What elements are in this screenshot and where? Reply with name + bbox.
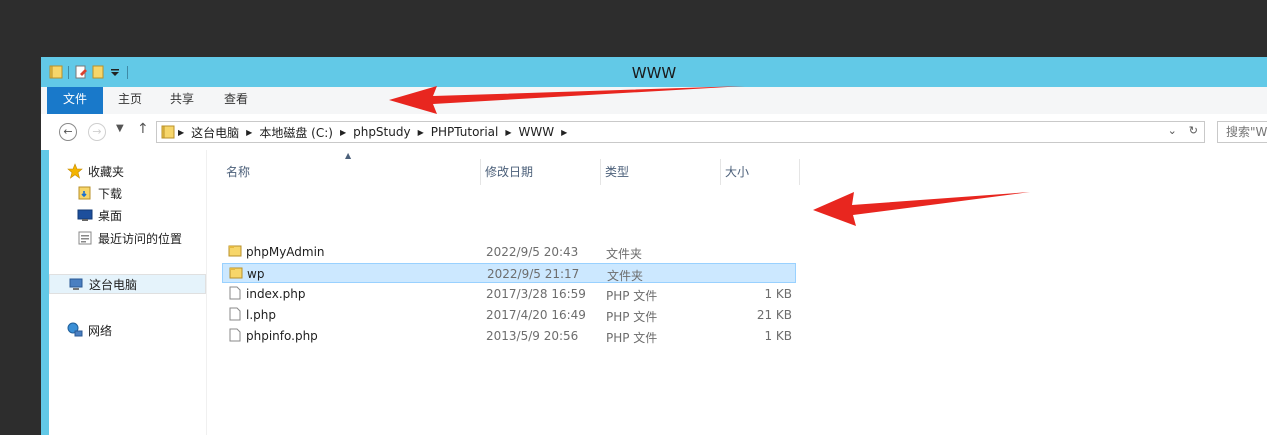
refresh-icon[interactable]: ↻: [1189, 124, 1198, 137]
file-date: 2022/9/5 20:43: [486, 245, 579, 259]
file-name: l.php: [246, 308, 276, 322]
navigation-pane: 收藏夹 下载 桌面 最近访问的位置 这台电脑 网络: [49, 150, 207, 435]
recent-places-icon: [77, 230, 93, 246]
search-box[interactable]: [1217, 121, 1267, 143]
file-name: phpinfo.php: [246, 329, 318, 343]
sidebar-item-downloads[interactable]: 下载: [77, 183, 122, 203]
file-date: 2017/4/20 16:49: [486, 308, 586, 322]
file-date: 2017/3/28 16:59: [486, 287, 586, 301]
network-icon: [67, 322, 83, 338]
breadcrumb-this-pc[interactable]: 这台电脑: [187, 124, 243, 141]
sidebar-item-label: 网络: [88, 323, 113, 338]
file-type: 文件夹: [607, 269, 644, 283]
content-area: 收藏夹 下载 桌面 最近访问的位置 这台电脑 网络 ▲ 名称 修改日期 类型 大…: [49, 150, 1267, 435]
computer-icon: [68, 276, 84, 292]
up-button[interactable]: ↑: [137, 121, 149, 137]
search-input[interactable]: [1218, 122, 1267, 142]
column-header-name[interactable]: 名称: [222, 159, 480, 185]
file-row-selected[interactable]: wp 2022/9/5 21:17 文件夹: [222, 263, 796, 283]
breadcrumb-separator[interactable]: ▶: [558, 128, 570, 137]
file-row[interactable]: l.php 2017/4/20 16:49 PHP 文件 21 KB: [222, 305, 796, 325]
file-size: 1 KB: [764, 287, 792, 301]
sidebar-item-desktop[interactable]: 桌面: [77, 205, 122, 225]
file-size: 1 KB: [764, 329, 792, 343]
breadcrumb-separator[interactable]: ▶: [415, 128, 427, 137]
column-header-type[interactable]: 类型: [600, 159, 720, 185]
file-name: index.php: [246, 287, 306, 301]
download-folder-icon: [77, 185, 93, 201]
sidebar-item-network[interactable]: 网络: [67, 320, 112, 340]
tab-view[interactable]: 查看: [215, 87, 257, 114]
file-size: 21 KB: [756, 308, 792, 322]
sidebar-item-label: 收藏夹: [88, 164, 125, 179]
address-bar[interactable]: ▶ 这台电脑 ▶ 本地磁盘 (C:) ▶ phpStudy ▶ PHPTutor…: [156, 121, 1205, 143]
breadcrumb-phptutorial[interactable]: PHPTutorial: [427, 125, 503, 139]
file-icon: [228, 307, 242, 321]
sidebar-item-label: 这台电脑: [89, 277, 138, 292]
sidebar-item-this-pc[interactable]: 这台电脑: [49, 274, 206, 294]
breadcrumb-www[interactable]: WWW: [515, 125, 559, 139]
file-type: PHP 文件: [606, 310, 658, 324]
sidebar-item-recent-places[interactable]: 最近访问的位置: [77, 228, 182, 248]
column-header-size[interactable]: 大小: [720, 159, 800, 185]
file-name: wp: [247, 267, 265, 281]
column-header-date[interactable]: 修改日期: [480, 159, 600, 185]
folder-icon: [228, 244, 242, 258]
file-row[interactable]: phpinfo.php 2013/5/9 20:56 PHP 文件 1 KB: [222, 326, 796, 346]
sidebar-item-label: 下载: [98, 186, 123, 201]
tab-share[interactable]: 共享: [161, 87, 203, 114]
star-icon: [67, 163, 83, 179]
folder-icon: [161, 125, 175, 139]
breadcrumb-phpstudy[interactable]: phpStudy: [349, 125, 415, 139]
breadcrumb-separator[interactable]: ▶: [337, 128, 349, 137]
file-row[interactable]: phpMyAdmin 2022/9/5 20:43 文件夹: [222, 242, 796, 262]
address-controls: ⌄ ↻: [1168, 124, 1198, 137]
file-type: PHP 文件: [606, 331, 658, 345]
breadcrumb-separator[interactable]: ▶: [502, 128, 514, 137]
file-type: 文件夹: [606, 247, 643, 261]
file-date: 2022/9/5 21:17: [487, 267, 580, 281]
breadcrumb-separator[interactable]: ▶: [243, 128, 255, 137]
file-row[interactable]: index.php 2017/3/28 16:59 PHP 文件 1 KB: [222, 284, 796, 304]
sidebar-item-label: 最近访问的位置: [98, 231, 183, 246]
recent-locations-dropdown[interactable]: ▼: [116, 123, 124, 134]
breadcrumb-separator[interactable]: ▶: [175, 128, 187, 137]
file-icon: [228, 286, 242, 300]
tab-home[interactable]: 主页: [109, 87, 151, 114]
annotation-arrow-icon: [813, 192, 1030, 226]
annotation-arrow-icon: [389, 86, 745, 114]
sidebar-item-label: 桌面: [98, 208, 123, 223]
sidebar-item-favorites[interactable]: 收藏夹: [67, 161, 124, 181]
breadcrumb: ▶ 这台电脑 ▶ 本地磁盘 (C:) ▶ phpStudy ▶ PHPTutor…: [157, 122, 570, 142]
file-date: 2013/5/9 20:56: [486, 329, 579, 343]
file-name: phpMyAdmin: [246, 245, 325, 259]
folder-icon: [229, 266, 243, 280]
desktop-icon: [77, 207, 93, 223]
forward-button[interactable]: →: [88, 123, 106, 141]
tab-file[interactable]: 文件: [47, 87, 103, 114]
file-icon: [228, 328, 242, 342]
back-button[interactable]: ←: [59, 123, 77, 141]
breadcrumb-local-disk[interactable]: 本地磁盘 (C:): [255, 124, 337, 141]
address-history-dropdown-icon[interactable]: ⌄: [1168, 124, 1177, 137]
file-type: PHP 文件: [606, 289, 658, 303]
